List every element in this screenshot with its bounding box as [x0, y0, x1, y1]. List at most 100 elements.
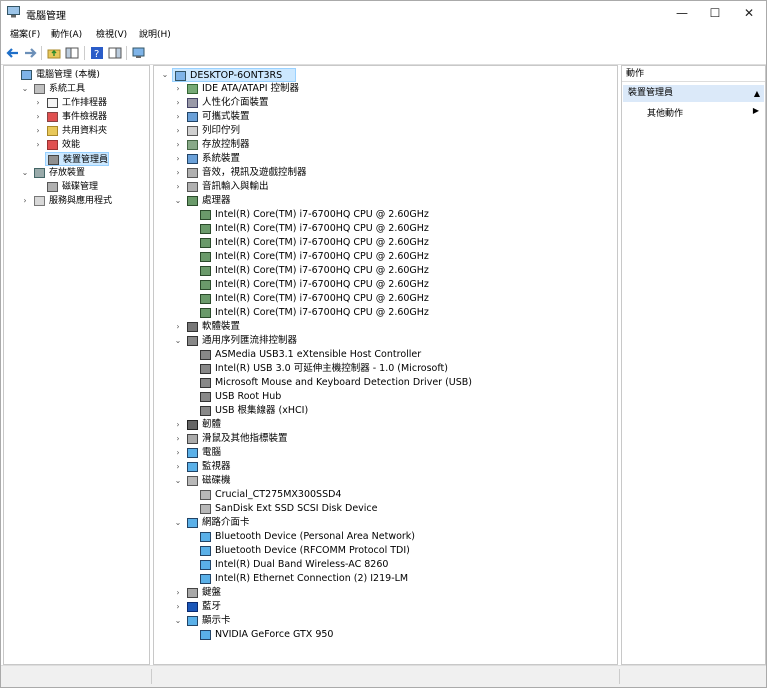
forward-arrow-icon[interactable]: [23, 46, 37, 60]
expand-chevron-icon[interactable]: ›: [173, 320, 183, 334]
expand-chevron-icon[interactable]: ›: [173, 124, 183, 138]
show-hide-tree-icon[interactable]: [65, 46, 79, 60]
expand-chevron-icon[interactable]: ›: [173, 446, 183, 460]
device-tree-item[interactable]: 音效，視訊及遊戲控制器: [185, 166, 307, 180]
device-tree-item[interactable]: Intel(R) Core(TM) i7-6700HQ CPU @ 2.60GH…: [198, 250, 478, 264]
expand-chevron-icon[interactable]: ›: [173, 138, 183, 152]
collapse-chevron-icon[interactable]: ⌄: [160, 68, 170, 82]
device-tree-item[interactable]: Intel(R) Core(TM) i7-6700HQ CPU @ 2.60GH…: [198, 278, 478, 292]
collapse-chevron-icon[interactable]: ⌄: [173, 334, 183, 348]
device-tree-item[interactable]: USB Root Hub: [198, 390, 304, 404]
nav-tree-item[interactable]: 系統工具: [32, 82, 90, 96]
device-tree-item[interactable]: 滑鼠及其他指標裝置: [185, 432, 288, 446]
device-tree-item[interactable]: ASMedia USB3.1 eXtensible Host Controlle…: [198, 348, 478, 362]
device-tree-item[interactable]: 軟體裝置: [185, 320, 243, 334]
device-tree-item[interactable]: 網路介面卡: [185, 516, 250, 530]
device-tree-item[interactable]: Intel(R) Ethernet Connection (2) I219-LM: [198, 572, 472, 586]
device-tree-item[interactable]: 音訊輸入與輸出: [185, 180, 269, 194]
device-tree-item[interactable]: 監視器: [185, 460, 237, 474]
minimize-button[interactable]: —: [665, 1, 699, 25]
collapse-chevron-icon[interactable]: ⌄: [173, 614, 183, 628]
collapse-chevron-icon[interactable]: ⌄: [20, 166, 30, 180]
nav-tree-item[interactable]: 事件檢視器: [45, 110, 109, 124]
device-tree-item[interactable]: Intel(R) Core(TM) i7-6700HQ CPU @ 2.60GH…: [198, 264, 478, 278]
expand-chevron-icon[interactable]: ›: [173, 586, 183, 600]
expand-chevron-icon[interactable]: ›: [173, 460, 183, 474]
device-tree-item[interactable]: 處理器: [185, 194, 237, 208]
device-tree-item[interactable]: 列印佇列: [185, 124, 243, 138]
expand-chevron-icon[interactable]: ›: [33, 96, 43, 110]
nav-tree-item[interactable]: 磁碟管理: [45, 180, 103, 194]
collapse-chevron-icon[interactable]: ⌄: [173, 474, 183, 488]
expand-chevron-icon[interactable]: ›: [173, 600, 183, 614]
expand-chevron-icon[interactable]: ›: [33, 124, 43, 138]
menu-help[interactable]: 說明(H): [139, 27, 171, 40]
collapse-chevron-icon[interactable]: ⌄: [20, 82, 30, 96]
maximize-button[interactable]: ☐: [698, 1, 732, 25]
up-folder-icon[interactable]: [47, 46, 61, 60]
device-tree-item[interactable]: Intel(R) USB 3.0 可延伸主機控制器 - 1.0 (Microso…: [198, 362, 490, 376]
device-tree-item[interactable]: 人性化介面裝置: [185, 96, 269, 110]
device-tree-item[interactable]: NVIDIA GeForce GTX 950: [198, 628, 364, 642]
device-tree-item[interactable]: Intel(R) Core(TM) i7-6700HQ CPU @ 2.60GH…: [198, 236, 478, 250]
scan-hardware-icon[interactable]: [132, 46, 146, 60]
expand-chevron-icon[interactable]: ›: [173, 152, 183, 166]
device-tree-item[interactable]: DESKTOP-6ONT3RS: [172, 68, 296, 82]
expand-chevron-icon[interactable]: ›: [20, 194, 30, 208]
device-tree-item[interactable]: 通用序列匯流排控制器: [185, 334, 297, 348]
device-tree-item[interactable]: Intel(R) Dual Band Wireless-AC 8260: [198, 558, 442, 572]
device-tree-item[interactable]: 系統裝置: [185, 152, 243, 166]
close-button[interactable]: ✕: [732, 1, 766, 25]
menu-action[interactable]: 動作(A): [51, 27, 82, 40]
device-tree-item[interactable]: Intel(R) Core(TM) i7-6700HQ CPU @ 2.60GH…: [198, 306, 478, 320]
device-tree-item[interactable]: Intel(R) Core(TM) i7-6700HQ CPU @ 2.60GH…: [198, 292, 478, 306]
device-tree-item[interactable]: Intel(R) Core(TM) i7-6700HQ CPU @ 2.60GH…: [198, 208, 478, 222]
nav-tree-item[interactable]: 裝置管理員: [45, 152, 109, 166]
expand-chevron-icon[interactable]: ›: [173, 418, 183, 432]
nav-tree-item[interactable]: 服務與應用程式: [32, 194, 112, 208]
device-tree-item[interactable]: Bluetooth Device (Personal Area Network): [198, 530, 472, 544]
help-icon[interactable]: ?: [90, 46, 104, 60]
device-tree-item[interactable]: Microsoft Mouse and Keyboard Detection D…: [198, 376, 538, 390]
device-tree-item[interactable]: USB 根集線器 (xHCI): [198, 404, 322, 418]
expand-chevron-icon[interactable]: ›: [33, 110, 43, 124]
title-bar[interactable]: 電腦管理 — ☐ ✕: [1, 1, 766, 25]
device-tree-item[interactable]: Intel(R) Core(TM) i7-6700HQ CPU @ 2.60GH…: [198, 222, 478, 236]
device-tree-item[interactable]: 藍牙: [185, 600, 231, 614]
actions-section-device-manager[interactable]: 裝置管理員 ▲: [623, 85, 764, 102]
expand-chevron-icon[interactable]: ›: [173, 96, 183, 110]
device-tree-item[interactable]: Bluetooth Device (RFCOMM Protocol TDI): [198, 544, 460, 558]
device-tree-item[interactable]: IDE ATA/ATAPI 控制器: [185, 82, 321, 96]
device-tree-item[interactable]: 顯示卡: [185, 614, 237, 628]
collapse-chevron-icon[interactable]: ⌄: [173, 516, 183, 530]
device-tree-item[interactable]: Crucial_CT275MX300SSD4: [198, 488, 364, 502]
nav-tree-item[interactable]: 效能: [45, 138, 91, 152]
menu-view[interactable]: 檢視(V): [96, 27, 127, 40]
device-tree-item[interactable]: 存放控制器: [185, 138, 250, 152]
nav-tree-item[interactable]: 工作排程器: [45, 96, 109, 110]
properties-pane-icon[interactable]: [108, 46, 122, 60]
device-tree-item[interactable]: 韌體: [185, 418, 231, 432]
system-device-icon: [187, 154, 198, 164]
device-tree-item[interactable]: 電腦: [185, 446, 231, 460]
expand-chevron-icon[interactable]: ›: [173, 432, 183, 446]
expand-chevron-icon[interactable]: ›: [173, 180, 183, 194]
expand-chevron-icon[interactable]: ›: [173, 110, 183, 124]
collapse-chevron-icon[interactable]: ⌄: [173, 194, 183, 208]
expand-chevron-icon[interactable]: ›: [33, 138, 43, 152]
back-arrow-icon[interactable]: [6, 46, 20, 60]
device-tree-item[interactable]: SanDisk Ext SSD SCSI Disk Device: [198, 502, 424, 516]
nav-tree-item[interactable]: 存放裝置: [32, 166, 90, 180]
navigation-tree-pane[interactable]: 電腦管理 (本機) 系統工具 ⌄ 工作排程器 › 事件檢視器 › 共用資料夾 › 效能 › 裝置管理員…: [3, 65, 150, 665]
device-tree-pane[interactable]: DESKTOP-6ONT3RS ⌄ IDE ATA/ATAPI 控制器 › 人性化介面裝…: [153, 65, 618, 665]
device-tree-item[interactable]: 鍵盤: [185, 586, 231, 600]
expand-chevron-icon[interactable]: ›: [173, 166, 183, 180]
device-tree-item[interactable]: 磁碟機: [185, 474, 237, 488]
nav-tree-item[interactable]: 電腦管理 (本機): [19, 68, 107, 82]
device-tree-item[interactable]: 可攜式裝置: [185, 110, 250, 124]
expand-chevron-icon[interactable]: ›: [173, 82, 183, 96]
menu-file[interactable]: 檔案(F): [10, 27, 40, 40]
action-more-actions[interactable]: 其他動作 ▶: [647, 106, 759, 119]
nav-tree-item[interactable]: 共用資料夾: [45, 124, 109, 138]
collapse-up-icon[interactable]: ▲: [754, 85, 760, 102]
